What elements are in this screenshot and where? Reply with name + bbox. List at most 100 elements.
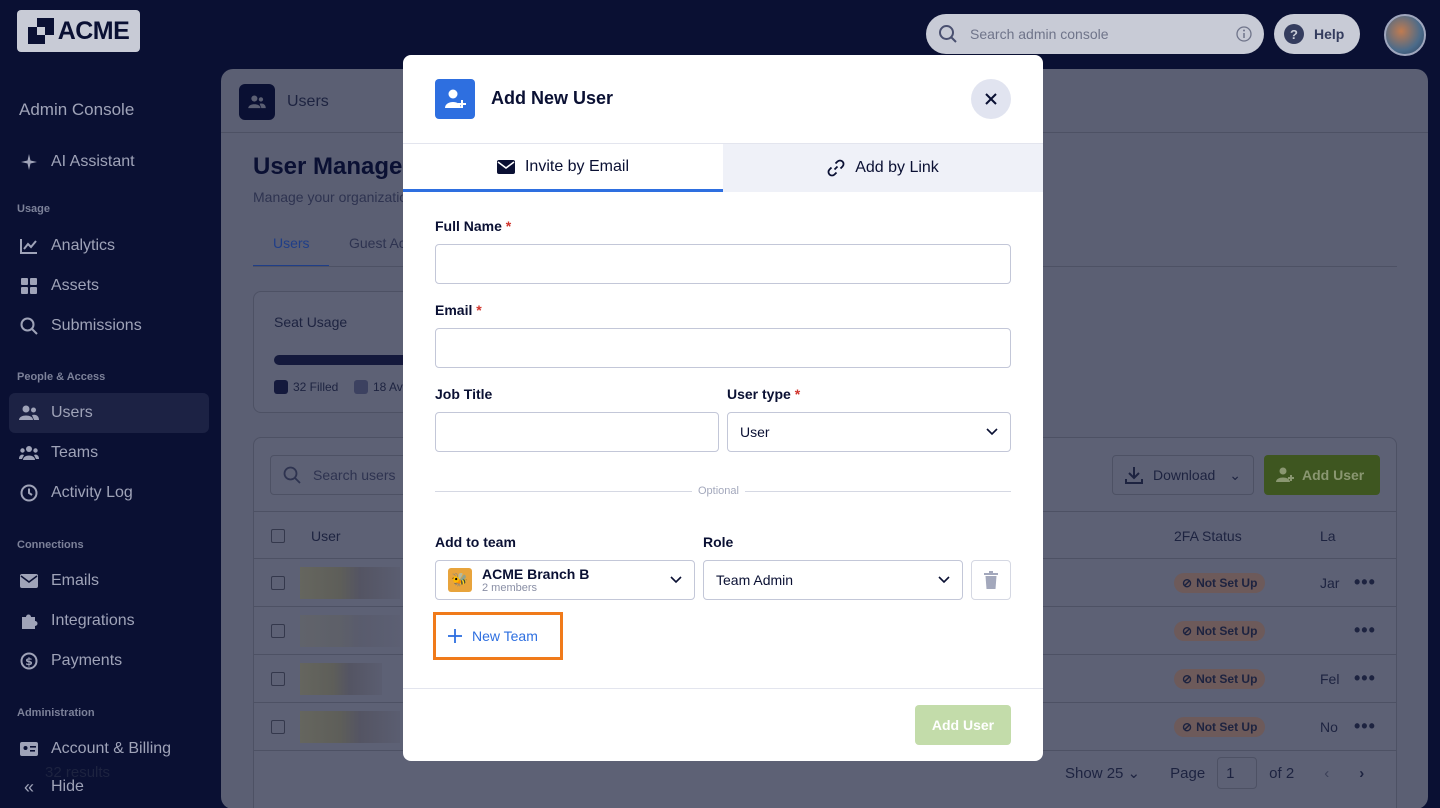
- status-badge-label: Not Set Up: [1196, 720, 1258, 734]
- seat-legend-filled: 32 Filled: [274, 380, 338, 394]
- trash-icon: [984, 571, 998, 589]
- sidebar-item-label: Submissions: [51, 317, 142, 334]
- sparkle-icon: [19, 153, 39, 171]
- puzzle-icon: [19, 612, 39, 630]
- sidebar-item-teams[interactable]: Teams: [9, 433, 209, 473]
- tab-add-by-link[interactable]: Add by Link: [723, 144, 1043, 192]
- chevron-down-icon: [670, 576, 682, 584]
- status-badge: ⊘ Not Set Up: [1174, 717, 1266, 737]
- sidebar-item-label: Analytics: [51, 237, 116, 254]
- page-size-select[interactable]: Show 25 ⌄: [1065, 764, 1140, 782]
- sidebar-item-submissions[interactable]: Submissions: [9, 306, 209, 346]
- add-user-button-bg[interactable]: Add User: [1264, 455, 1380, 495]
- sidebar-item-label: Integrations: [51, 612, 135, 629]
- tab-invite-by-email[interactable]: Invite by Email: [403, 144, 723, 192]
- download-icon: [1125, 467, 1143, 484]
- sidebar-item-ai-assistant[interactable]: AI Assistant: [9, 142, 209, 182]
- required-marker: *: [794, 386, 801, 402]
- row-checkbox[interactable]: [271, 672, 285, 686]
- column-last[interactable]: La: [1320, 528, 1336, 544]
- sidebar-item-label: Assets: [51, 277, 100, 294]
- redacted-user-cell: [300, 567, 400, 599]
- optional-label: Optional: [692, 485, 745, 497]
- admin-search-input[interactable]: Search admin console: [926, 14, 1264, 54]
- row-menu-icon[interactable]: •••: [1354, 716, 1376, 737]
- users-icon: [19, 404, 39, 422]
- row-menu-icon[interactable]: •••: [1354, 572, 1376, 593]
- team-select[interactable]: 🐝 ACME Branch B 2 members: [435, 560, 695, 600]
- full-name-input[interactable]: [435, 244, 1011, 284]
- team-name: ACME Branch B: [482, 565, 590, 582]
- new-team-button[interactable]: New Team: [433, 612, 563, 660]
- row-checkbox[interactable]: [271, 720, 285, 734]
- download-button[interactable]: Download ⌄: [1112, 455, 1254, 495]
- sidebar-item-label: Teams: [51, 444, 99, 461]
- modal-footer: Add User: [403, 688, 1043, 761]
- acme-logo[interactable]: ACME: [17, 10, 140, 52]
- row-menu-icon[interactable]: •••: [1354, 620, 1376, 641]
- sidebar-item-integrations[interactable]: Integrations: [9, 601, 209, 641]
- job-title-input[interactable]: [435, 412, 719, 452]
- user-avatar[interactable]: [1384, 14, 1426, 56]
- help-label: Help: [1314, 26, 1345, 42]
- page-input[interactable]: 1: [1217, 757, 1258, 789]
- add-user-modal: Add New User Invite by Email Add by Link…: [403, 55, 1043, 761]
- tab-guest-accounts[interactable]: Guest Ac: [349, 235, 406, 251]
- user-type-value: User: [740, 424, 770, 440]
- add-user-label: Add User: [1302, 467, 1365, 483]
- redacted-user-cell: [300, 615, 400, 647]
- seat-available-label: 18 Av: [373, 380, 403, 394]
- grid-icon: [19, 277, 39, 295]
- legend-swatch-available: [354, 380, 368, 394]
- chevron-down-icon: ⌄: [1229, 466, 1241, 483]
- sidebar-item-assets[interactable]: Assets: [9, 266, 209, 306]
- page-subtitle: Manage your organizatio: [253, 189, 408, 205]
- user-type-select[interactable]: User: [727, 412, 1011, 452]
- status-badge: ⊘ Not Set Up: [1174, 573, 1266, 593]
- chevron-left-icon[interactable]: ‹: [1324, 765, 1329, 782]
- help-button[interactable]: ? Help: [1274, 14, 1360, 54]
- email-label: Email *: [435, 302, 482, 318]
- team-info: ACME Branch B 2 members: [482, 566, 660, 595]
- sidebar-item-analytics[interactable]: Analytics: [9, 226, 209, 266]
- remove-team-button[interactable]: [971, 560, 1011, 600]
- info-icon[interactable]: [1236, 26, 1252, 42]
- required-marker: *: [505, 218, 512, 234]
- select-all-checkbox[interactable]: [271, 529, 285, 543]
- search-icon: [939, 25, 957, 43]
- row-checkbox[interactable]: [271, 576, 285, 590]
- status-badge: ⊘ Not Set Up: [1174, 621, 1266, 641]
- tab-invite-label: Invite by Email: [524, 157, 630, 175]
- last-cell: Jar: [1320, 575, 1340, 591]
- sidebar-item-activity-log[interactable]: Activity Log: [9, 473, 209, 513]
- plus-icon: [448, 629, 462, 643]
- sidebar-item-payments[interactable]: $ Payments: [9, 641, 209, 681]
- redacted-user-cell: [300, 663, 382, 695]
- full-name-label-text: Full Name: [435, 218, 502, 234]
- status-badge-label: Not Set Up: [1196, 624, 1258, 638]
- tab-users[interactable]: Users: [253, 235, 329, 267]
- shield-off-icon: ⊘: [1182, 624, 1193, 638]
- search-icon: [19, 317, 39, 335]
- row-checkbox[interactable]: [271, 624, 285, 638]
- chevron-right-icon[interactable]: ›: [1359, 765, 1364, 782]
- page-title: User Managem: [253, 153, 424, 180]
- email-input[interactable]: [435, 328, 1011, 368]
- seat-filled-label: 32 Filled: [293, 380, 339, 394]
- sidebar-title: Admin Console: [19, 100, 135, 119]
- column-user[interactable]: User: [311, 528, 341, 544]
- users-icon: [239, 84, 275, 120]
- status-badge-label: Not Set Up: [1196, 672, 1258, 686]
- double-chevron-left-icon: «: [23, 776, 34, 797]
- column-2fa-status[interactable]: 2FA Status: [1174, 528, 1242, 544]
- envelope-icon: [19, 572, 39, 590]
- add-user-submit-button[interactable]: Add User: [915, 705, 1011, 745]
- row-menu-icon[interactable]: •••: [1354, 668, 1376, 689]
- team-avatar-icon: 🐝: [448, 568, 472, 592]
- sidebar-item-users[interactable]: Users: [9, 393, 209, 433]
- modal-title: Add New User: [491, 88, 614, 108]
- role-select[interactable]: Team Admin: [703, 560, 963, 600]
- sidebar-item-emails[interactable]: Emails: [9, 561, 209, 601]
- close-button[interactable]: [971, 79, 1011, 119]
- sidebar-item-account-billing[interactable]: Account & Billing: [9, 729, 209, 769]
